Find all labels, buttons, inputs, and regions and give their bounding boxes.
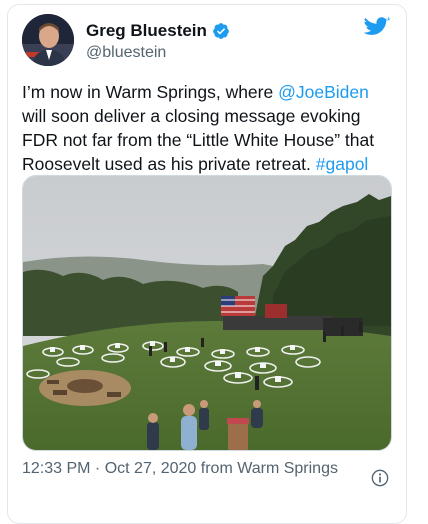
avatar[interactable]: [22, 14, 74, 66]
mention-link[interactable]: @JoeBiden: [278, 82, 369, 102]
twitter-bird-icon[interactable]: [364, 17, 390, 39]
info-icon[interactable]: [371, 469, 389, 487]
tweet-text: I’m now in Warm Springs, where @JoeBiden…: [22, 80, 394, 176]
author-name-row[interactable]: Greg Bluestein: [86, 21, 230, 41]
display-name[interactable]: Greg Bluestein: [86, 21, 207, 41]
tweet-text-part: I’m now in Warm Springs, where: [22, 82, 279, 102]
tweet-photo[interactable]: [22, 175, 392, 451]
timestamp-source[interactable]: 12:33 PM · Oct 27, 2020 from Warm Spring…: [22, 458, 362, 480]
verified-badge-icon: [213, 23, 229, 39]
handle[interactable]: @bluestein: [86, 44, 166, 62]
hashtag-link[interactable]: #gapol: [316, 154, 369, 174]
